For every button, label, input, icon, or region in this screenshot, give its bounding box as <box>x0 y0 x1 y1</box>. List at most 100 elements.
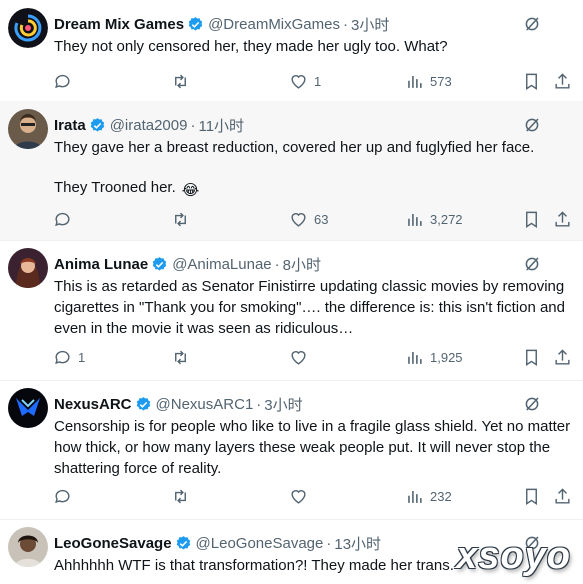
reply-button[interactable]: 1 <box>53 346 85 368</box>
tweet-irata[interactable]: Irata @irata2009 · 11小时 They gave her a … <box>0 101 583 241</box>
author-name[interactable]: Dream Mix Games <box>54 16 184 33</box>
avatar[interactable] <box>8 8 48 48</box>
tweet-text-line: This is as retarded as Senator Finistirr… <box>54 278 565 337</box>
action-bar: 1 573 <box>0 70 583 92</box>
avatar[interactable] <box>8 248 48 288</box>
timestamp[interactable]: 3小时 <box>351 14 389 35</box>
repost-icon <box>175 212 186 226</box>
grok-icon[interactable] <box>523 255 541 273</box>
reply-button[interactable] <box>53 485 78 507</box>
bookmark-icon <box>526 488 537 505</box>
view-count: 573 <box>430 73 452 89</box>
separator-dot: · <box>274 255 280 273</box>
bookmark-icon <box>526 73 537 90</box>
tweet-text-line: They gave her a breast reduction, covere… <box>54 139 535 156</box>
heart-icon <box>291 74 306 89</box>
avatar[interactable] <box>8 388 48 428</box>
tweet-nexusarc[interactable]: NexusARC @NexusARC1 · 3小时 Censorship is … <box>0 380 583 520</box>
like-button[interactable]: 1 <box>289 70 321 92</box>
verified-badge-icon <box>151 256 168 273</box>
avatar[interactable] <box>8 527 48 567</box>
like-button[interactable] <box>289 346 314 368</box>
swirl-logo-icon <box>8 8 48 48</box>
bookmark-button[interactable] <box>522 208 541 230</box>
author-handle[interactable]: @irata2009 <box>110 117 188 134</box>
repost-button[interactable] <box>171 485 190 507</box>
views-button[interactable]: 232 <box>405 485 452 507</box>
verified-badge-icon <box>89 117 106 134</box>
tweet-text-span: They Trooned her. <box>54 179 176 196</box>
grok-icon[interactable] <box>523 15 541 33</box>
tweet-header: Dream Mix Games @DreamMixGames · 3小时 <box>54 14 583 34</box>
view-count: 1,925 <box>430 349 463 365</box>
watermark: xsoyo <box>456 535 571 577</box>
grok-icon[interactable] <box>523 116 541 134</box>
tweet-header: Irata @irata2009 · 11小时 <box>54 115 583 135</box>
author-name[interactable]: Irata <box>54 117 86 134</box>
repost-button[interactable] <box>171 70 190 92</box>
tweet-header: NexusARC @NexusARC1 · 3小时 <box>54 394 583 414</box>
grok-icon[interactable] <box>523 395 541 413</box>
heart-icon <box>291 212 306 227</box>
author-handle[interactable]: @AnimaLunae <box>172 256 271 273</box>
reply-icon <box>55 350 70 364</box>
bookmark-button[interactable] <box>522 346 541 368</box>
tweet-text-line: Censorship is for people who like to liv… <box>54 418 571 477</box>
author-name[interactable]: LeoGoneSavage <box>54 535 172 552</box>
repost-button[interactable] <box>171 346 190 368</box>
views-icon <box>408 351 422 364</box>
share-button[interactable] <box>553 70 572 92</box>
views-button[interactable]: 573 <box>405 70 452 92</box>
tweet-text: They not only censored her, they made he… <box>54 36 563 57</box>
author-name[interactable]: Anima Lunae <box>54 256 148 273</box>
share-button[interactable] <box>553 485 572 507</box>
timestamp[interactable]: 13小时 <box>334 533 381 554</box>
laughing-emoji-icon: 😂 <box>181 182 200 199</box>
like-count: 1 <box>314 73 322 89</box>
avatar[interactable] <box>8 109 48 149</box>
reply-count: 1 <box>78 349 86 365</box>
tweet-text-line: They Trooned her. 😂 <box>54 177 563 201</box>
author-name[interactable]: NexusARC <box>54 396 132 413</box>
character-icon <box>8 248 48 288</box>
views-button[interactable]: 1,925 <box>405 346 463 368</box>
author-handle[interactable]: @LeoGoneSavage <box>196 535 324 552</box>
tweet-animalunae[interactable]: Anima Lunae @AnimaLunae · 8小时 This is as… <box>0 240 583 381</box>
views-button[interactable]: 3,272 <box>405 208 463 230</box>
bookmark-icon <box>526 211 537 228</box>
person-photo-icon <box>8 527 48 567</box>
repost-icon <box>175 350 186 364</box>
separator-dot: · <box>190 116 196 134</box>
timestamp[interactable]: 11小时 <box>198 115 244 136</box>
share-icon <box>555 72 570 89</box>
share-button[interactable] <box>553 346 572 368</box>
views-icon <box>408 75 422 88</box>
bookmark-button[interactable] <box>522 70 541 92</box>
like-count: 63 <box>314 211 329 227</box>
bookmark-button[interactable] <box>522 485 541 507</box>
repost-button[interactable] <box>171 208 190 230</box>
author-handle[interactable]: @DreamMixGames <box>208 16 340 33</box>
share-button[interactable] <box>553 208 572 230</box>
author-handle[interactable]: @NexusARC1 <box>156 396 254 413</box>
timestamp[interactable]: 8小时 <box>283 254 321 275</box>
bookmark-icon <box>526 349 537 366</box>
tweet-header: Anima Lunae @AnimaLunae · 8小时 <box>54 254 583 274</box>
tweet-dreammixgames[interactable]: Dream Mix Games @DreamMixGames · 3小时 The… <box>0 0 583 102</box>
verified-badge-icon <box>135 396 152 413</box>
reply-button[interactable] <box>53 70 78 92</box>
reply-icon <box>55 74 70 88</box>
heart-icon <box>291 489 306 504</box>
reply-button[interactable] <box>53 208 78 230</box>
action-bar: 63 3,272 <box>0 208 583 230</box>
verified-badge-icon <box>187 16 204 33</box>
tweet-text-line: They not only censored her, they made he… <box>54 38 448 55</box>
timestamp[interactable]: 3小时 <box>264 394 302 415</box>
like-button[interactable]: 63 <box>289 208 328 230</box>
tweet-text: Censorship is for people who like to liv… <box>54 416 573 479</box>
person-photo-icon <box>8 109 48 149</box>
view-count: 3,272 <box>430 211 463 227</box>
action-bar: 232 <box>0 485 583 507</box>
like-button[interactable] <box>289 485 314 507</box>
views-icon <box>408 490 422 503</box>
